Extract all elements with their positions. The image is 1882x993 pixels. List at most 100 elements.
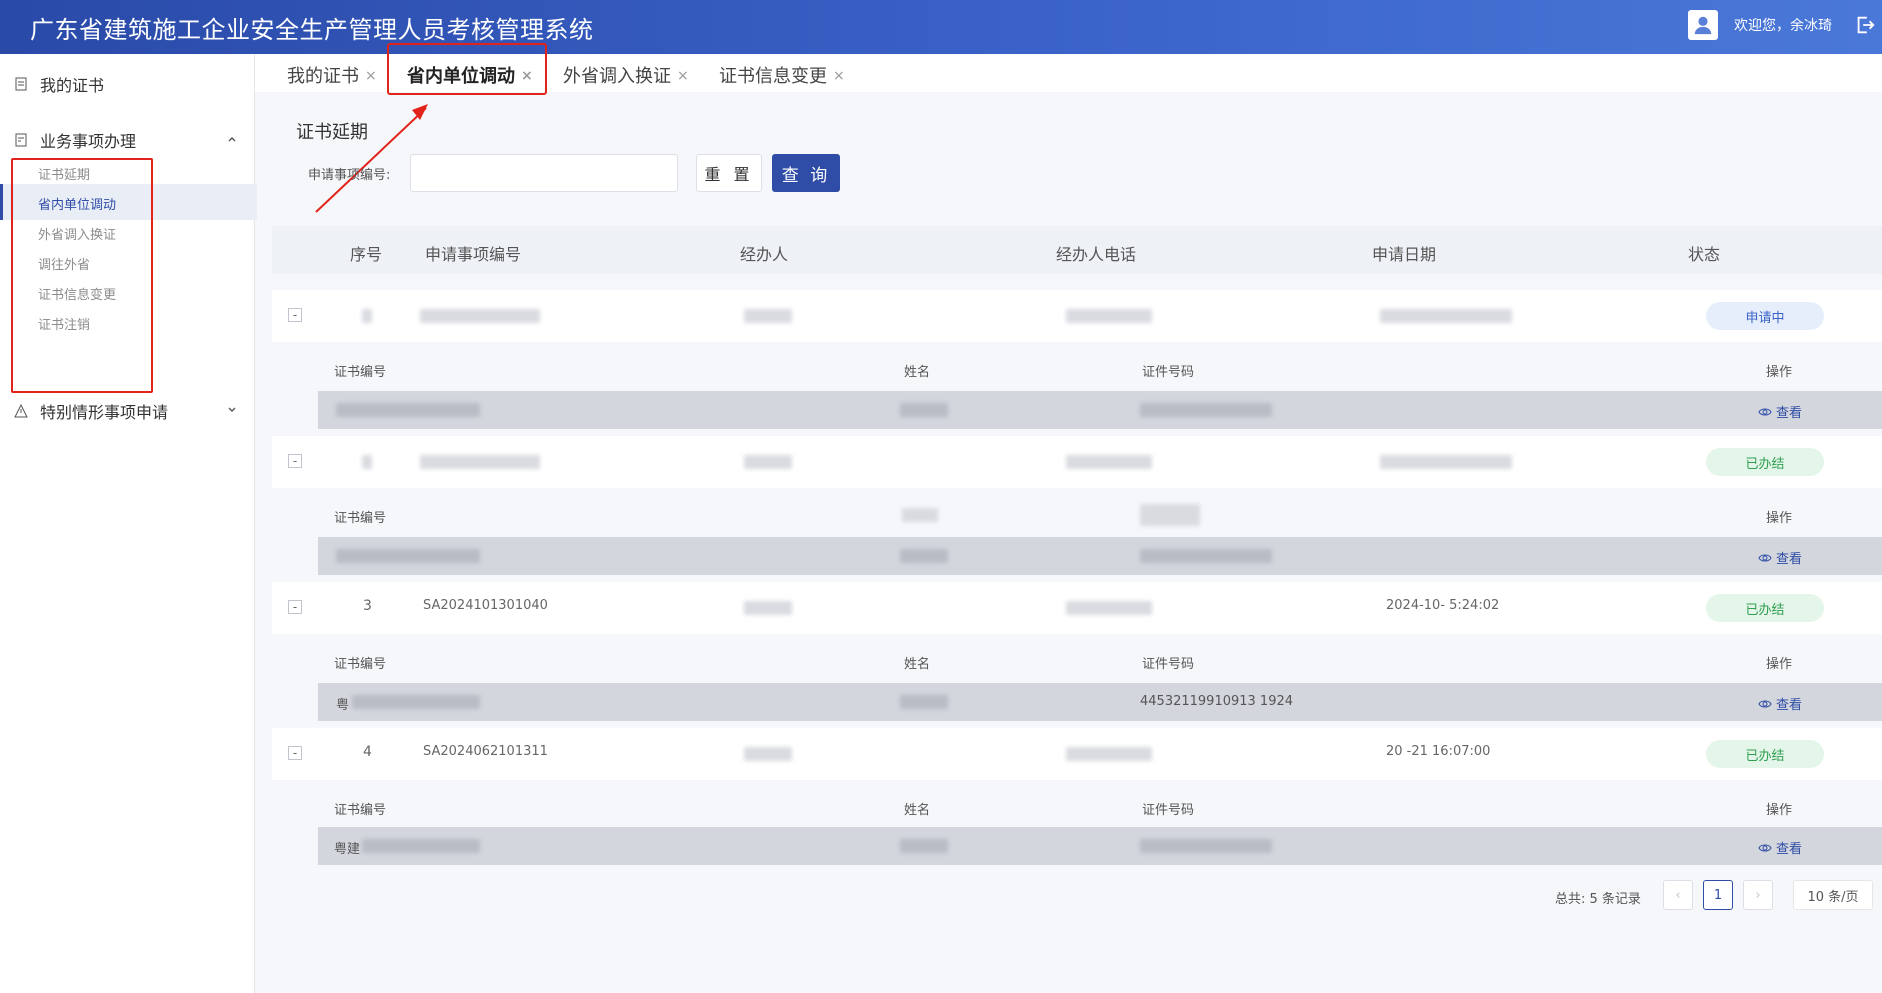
application-code: SA2024101301040 <box>423 598 548 613</box>
redacted-value <box>900 839 948 853</box>
tab-info-change[interactable]: 证书信息变更 × <box>719 62 845 88</box>
page-1-button[interactable]: 1 <box>1703 880 1733 910</box>
application-date: 2024-10- 5:24:02 <box>1386 598 1500 613</box>
eye-icon <box>1758 408 1772 415</box>
sub-table-header: 证书编号 姓名 证件号码 操作 <box>272 787 1882 827</box>
redacted-value <box>902 508 938 522</box>
eye-icon <box>1758 554 1772 561</box>
sidebar-group-label: 特别情形事项申请 <box>40 403 169 422</box>
table-row[interactable]: - 3 SA2024101301040 2024-10- 5:24:02 已办结 <box>272 582 1882 634</box>
sub-table-header: 证书编号 姓名 证件号码 操作 <box>272 349 1882 389</box>
redacted-value <box>362 309 372 323</box>
column-header: 经办人 <box>740 245 789 264</box>
application-date: 20 -21 16:07:00 <box>1386 744 1491 759</box>
next-page-button[interactable]: › <box>1743 880 1773 910</box>
view-link[interactable]: 查看 <box>1758 548 1802 567</box>
table-row[interactable]: - 申请中 <box>272 290 1882 342</box>
tab-import[interactable]: 外省调入换证 × <box>563 62 689 88</box>
document-icon <box>15 77 27 91</box>
redacted-value <box>420 455 540 469</box>
annotation-box <box>11 158 153 393</box>
close-icon[interactable]: × <box>365 68 377 84</box>
view-link[interactable]: 查看 <box>1758 838 1802 857</box>
sidebar-group-business[interactable]: 业务事项办理 <box>14 128 136 152</box>
redacted-value <box>336 403 480 417</box>
redacted-value <box>744 601 792 615</box>
collapse-toggle[interactable]: - <box>288 746 302 760</box>
redacted-value <box>1140 549 1272 563</box>
eye-icon <box>1758 700 1772 707</box>
collapse-toggle[interactable]: - <box>288 308 302 322</box>
view-link[interactable]: 查看 <box>1758 402 1802 421</box>
redacted-value <box>420 309 540 323</box>
redacted-value <box>1140 839 1272 853</box>
redacted-value <box>1140 504 1200 526</box>
sidebar: 我的证书 业务事项办理 证书延期 省内单位调动 外省调入换证 调往外省 证书信息… <box>0 54 257 993</box>
app-title: 广东省建筑施工企业安全生产管理人员考核管理系统 <box>30 16 594 44</box>
redacted-value <box>744 455 792 469</box>
table-header: 序号 申请事项编号 经办人 经办人电话 申请日期 状态 <box>272 226 1882 274</box>
redacted-value <box>1140 403 1272 417</box>
logout-icon[interactable] <box>1854 14 1876 36</box>
redacted-value <box>336 549 480 563</box>
redacted-value <box>900 549 948 563</box>
row-index: 4 <box>363 744 372 760</box>
app-header: 广东省建筑施工企业安全生产管理人员考核管理系统 欢迎您，余冰琦 <box>0 0 1882 54</box>
query-button[interactable]: 查 询 <box>772 154 840 192</box>
id-number: 44532119910913 1924 <box>1140 694 1294 709</box>
status-badge: 申请中 <box>1706 302 1824 330</box>
table-row[interactable]: - 4 SA2024062101311 20 -21 16:07:00 已办结 <box>272 728 1882 780</box>
redacted-value <box>1380 455 1512 469</box>
sidebar-item-my-certificate[interactable]: 我的证书 <box>14 72 104 96</box>
reset-button[interactable]: 重 置 <box>696 154 762 192</box>
redacted-value <box>744 747 792 761</box>
application-code-input[interactable] <box>410 154 678 192</box>
status-badge: 已办结 <box>1706 740 1824 768</box>
chevron-down-icon[interactable] <box>226 404 238 416</box>
column-header: 状态 <box>1688 245 1721 264</box>
redacted-value <box>1380 309 1512 323</box>
redacted-value <box>1066 309 1152 323</box>
close-icon[interactable]: × <box>677 68 689 84</box>
redacted-value <box>362 455 372 469</box>
tab-my-certificate[interactable]: 我的证书 × <box>287 62 377 88</box>
view-link[interactable]: 查看 <box>1758 694 1802 713</box>
sidebar-item-label: 我的证书 <box>40 76 105 95</box>
chevron-up-icon[interactable] <box>226 133 238 145</box>
redacted-value <box>1066 601 1152 615</box>
redacted-value <box>1066 455 1152 469</box>
redacted-value <box>900 695 948 709</box>
sub-table-row: 粤 44532119910913 1924 查看 <box>318 683 1882 721</box>
sub-table-header: 证书编号 操作 <box>272 495 1882 535</box>
status-badge: 已办结 <box>1706 448 1824 476</box>
table-row[interactable]: - 已办结 <box>272 436 1882 488</box>
total-records: 总共: 5 条记录 <box>1555 892 1641 907</box>
collapse-toggle[interactable]: - <box>288 454 302 468</box>
application-code: SA2024062101311 <box>423 744 548 759</box>
user-box[interactable]: 欢迎您，余冰琦 <box>1688 10 1832 40</box>
sub-table-row: 粤建 查看 <box>318 827 1882 865</box>
redacted-value <box>1066 747 1152 761</box>
sub-table-header: 证书编号 姓名 证件号码 操作 <box>272 641 1882 681</box>
section-title: 证书延期 <box>296 122 368 143</box>
close-icon[interactable]: × <box>833 68 845 84</box>
search-label: 申请事项编号: <box>308 168 391 183</box>
welcome-text: 欢迎您，余冰琦 <box>1734 18 1832 34</box>
sub-table-row: 查看 <box>318 537 1882 575</box>
warning-icon <box>14 404 28 418</box>
column-header: 申请事项编号 <box>425 245 522 264</box>
eye-icon <box>1758 844 1772 851</box>
redacted-value <box>362 839 480 853</box>
prev-page-button[interactable]: ‹ <box>1663 880 1693 910</box>
sidebar-group-special[interactable]: 特别情形事项申请 <box>14 399 168 423</box>
row-index: 3 <box>363 598 372 614</box>
column-header: 经办人电话 <box>1056 245 1137 264</box>
status-badge: 已办结 <box>1706 594 1824 622</box>
collapse-toggle[interactable]: - <box>288 600 302 614</box>
page-size-select[interactable]: 10 条/页 <box>1793 880 1873 910</box>
sidebar-group-label: 业务事项办理 <box>40 132 137 151</box>
redacted-value <box>352 695 480 709</box>
avatar[interactable] <box>1688 10 1718 40</box>
sub-table-row: 查看 <box>318 391 1882 429</box>
redacted-value <box>900 403 948 417</box>
